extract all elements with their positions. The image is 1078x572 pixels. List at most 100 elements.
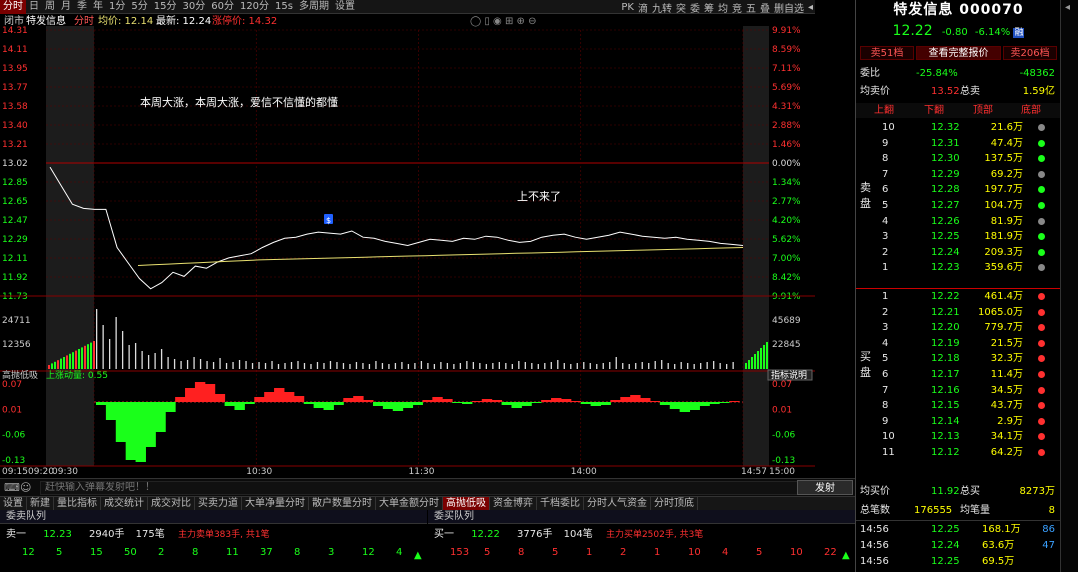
price-tick: 13.77: [2, 83, 28, 93]
toolbar-item-5[interactable]: 年: [90, 0, 106, 14]
indicator-tab-12[interactable]: 分时人气资金: [584, 497, 651, 510]
indicator-tab-11[interactable]: 千档委比: [537, 497, 584, 510]
depth-row[interactable]: 8 12.30 137.5万: [856, 151, 1061, 166]
indicator-tab-10[interactable]: 资金博弈: [490, 497, 537, 510]
pct-tick: 4.20%: [772, 216, 801, 226]
chevron-left-icon[interactable]: ◂: [1065, 2, 1070, 13]
scroll-up-icon[interactable]: ▲: [414, 550, 422, 561]
toolbar-item-10[interactable]: 60分: [208, 0, 237, 14]
sell-queue-row: 卖一 12.23 2940手 175笔 主力卖单383手, 共1笔: [6, 529, 270, 540]
keyboard-icon[interactable]: ⌨: [4, 481, 20, 494]
toolbar-right-item-4[interactable]: 委: [688, 0, 702, 15]
price-tick: 12.11: [2, 254, 28, 264]
toolbar-item-12[interactable]: 15s: [272, 0, 296, 14]
toolbar-item-7[interactable]: 5分: [128, 0, 150, 14]
indicator-tick: 0.07: [772, 380, 792, 390]
volume-bar: [368, 364, 371, 369]
toolbar-item-0[interactable]: 分时: [0, 0, 26, 14]
depth-row[interactable]: 1 12.23 359.6万: [856, 260, 1061, 275]
barrage-input[interactable]: [40, 480, 810, 495]
quote-button-1[interactable]: 查看完整报价: [915, 46, 1002, 60]
volume-bar: [60, 358, 62, 369]
toolbar-right-item-8[interactable]: 五: [744, 0, 758, 15]
toolbar-item-4[interactable]: 季: [74, 0, 90, 14]
toolbar-right-item-5[interactable]: 筹: [702, 0, 716, 15]
depth-row[interactable]: 4 12.26 81.9万: [856, 214, 1061, 229]
indicator-tab-8[interactable]: 大单金额分时: [376, 497, 443, 510]
indicator-bar: [630, 395, 641, 402]
indicator-tab-7[interactable]: 散户数量分时: [309, 497, 376, 510]
volume-bar: [108, 339, 111, 369]
depth-row[interactable]: 7 12.16 34.5万: [856, 383, 1061, 398]
depth-row[interactable]: 5 12.27 104.7万: [856, 198, 1061, 213]
scroll-up-icon[interactable]: ▲: [842, 550, 850, 561]
depth-row[interactable]: 10 12.13 34.1万: [856, 429, 1061, 444]
depth-row[interactable]: 3 12.20 779.7万: [856, 320, 1061, 335]
quote-button-0[interactable]: 卖51档: [860, 46, 914, 60]
depth-row[interactable]: 2 12.24 209.3万: [856, 245, 1061, 260]
depth-row[interactable]: 11 12.12 64.2万: [856, 445, 1061, 460]
depth-volume: 209.3万: [984, 246, 1023, 258]
toolbar-item-2[interactable]: 周: [42, 0, 58, 14]
depth-price: 12.13: [931, 431, 960, 443]
volume-bar: [154, 353, 156, 369]
depth-row[interactable]: 9 12.14 2.9万: [856, 414, 1061, 429]
toolbar-right-item-11[interactable]: ◂: [806, 2, 815, 13]
depth-row[interactable]: 8 12.15 43.7万: [856, 398, 1061, 413]
toolbar-item-6[interactable]: 1分: [106, 0, 128, 14]
toolbar-right-item-2[interactable]: 九转: [650, 0, 674, 15]
indicator-bar: [729, 401, 740, 402]
queue-number: 5: [552, 547, 559, 558]
intraday-chart[interactable]: 闭市 特发信息 分时 均价: 12.14 最新: 12.24 涨停价: 14.32 ◯ ▯ …: [0, 14, 815, 478]
depth-row[interactable]: 6 12.17 11.4万: [856, 367, 1061, 382]
comment-text: 上不来了: [517, 190, 561, 203]
depth-row[interactable]: 3 12.25 181.9万: [856, 229, 1061, 244]
time-label: 15:00: [769, 467, 795, 477]
volume-bar: [700, 363, 702, 369]
toolbar-item-14[interactable]: 设置: [332, 0, 358, 14]
toolbar-right-item-0[interactable]: PK: [619, 2, 636, 13]
indicator-tab-1[interactable]: 新建: [27, 497, 54, 510]
toolbar-right-item-3[interactable]: 突: [674, 0, 688, 15]
indicator-tab-13[interactable]: 分时顶底: [651, 497, 698, 510]
indicator-tick: 0.01: [2, 405, 22, 415]
depth-row[interactable]: 6 12.28 197.7万: [856, 182, 1061, 197]
toolbar-right-item-6[interactable]: 均: [716, 0, 730, 15]
quote-button-2[interactable]: 卖206档: [1003, 46, 1057, 60]
indicator-tab-2[interactable]: 量比指标: [54, 497, 101, 510]
dollar-marker-text: $: [326, 216, 331, 225]
toolbar-right-item-9[interactable]: 叠: [758, 0, 772, 15]
chart-avg-label: 均价: 12.14: [98, 15, 153, 27]
quote-panel: 特发信息 000070 12.22 -0.80 -6.14% 融 卖51档 查看完…: [855, 0, 1061, 572]
depth-row[interactable]: 2 12.21 1065.0万: [856, 305, 1061, 320]
depth-row[interactable]: 7 12.29 69.2万: [856, 167, 1061, 182]
volume-bar: [719, 363, 721, 369]
toolbar-item-3[interactable]: 月: [58, 0, 74, 14]
toolbar-right-item-10[interactable]: 删自选: [772, 0, 806, 15]
toolbar-item-9[interactable]: 30分: [179, 0, 208, 14]
indicator-tab-9[interactable]: 高抛低吸: [443, 497, 490, 510]
emoji-icon[interactable]: ☺: [20, 481, 31, 494]
toolbar-right-item-1[interactable]: 滴: [636, 0, 650, 15]
depth-row[interactable]: 10 12.32 21.6万: [856, 120, 1061, 135]
indicator-tab-6[interactable]: 大单净量分时: [242, 497, 309, 510]
indicator-tab-5[interactable]: 买卖力道: [195, 497, 242, 510]
depth-level: 1: [882, 291, 889, 302]
toolbar-item-11[interactable]: 120分: [237, 0, 272, 14]
volume-bar: [745, 363, 747, 369]
toolbar-right-item-7[interactable]: 竞: [730, 0, 744, 15]
toolbar-item-8[interactable]: 15分: [151, 0, 180, 14]
send-button[interactable]: 发射: [797, 480, 853, 495]
depth-row[interactable]: 4 12.19 21.5万: [856, 336, 1061, 351]
toolbar-item-13[interactable]: 多周期: [296, 0, 332, 14]
indicator-tab-3[interactable]: 成交统计: [101, 497, 148, 510]
indicator-tab-4[interactable]: 成交对比: [148, 497, 195, 510]
depth-row[interactable]: 5 12.18 32.3万: [856, 351, 1061, 366]
depth-row[interactable]: 1 12.22 461.4万: [856, 289, 1061, 304]
volume-bar: [54, 361, 56, 369]
indicator-tick: -0.13: [2, 456, 25, 466]
indicator-tab-0[interactable]: 设置: [0, 497, 27, 510]
toolbar-item-1[interactable]: 日: [26, 0, 42, 14]
depth-row[interactable]: 9 12.31 47.4万: [856, 136, 1061, 151]
volume-tick: 24711: [2, 316, 31, 326]
